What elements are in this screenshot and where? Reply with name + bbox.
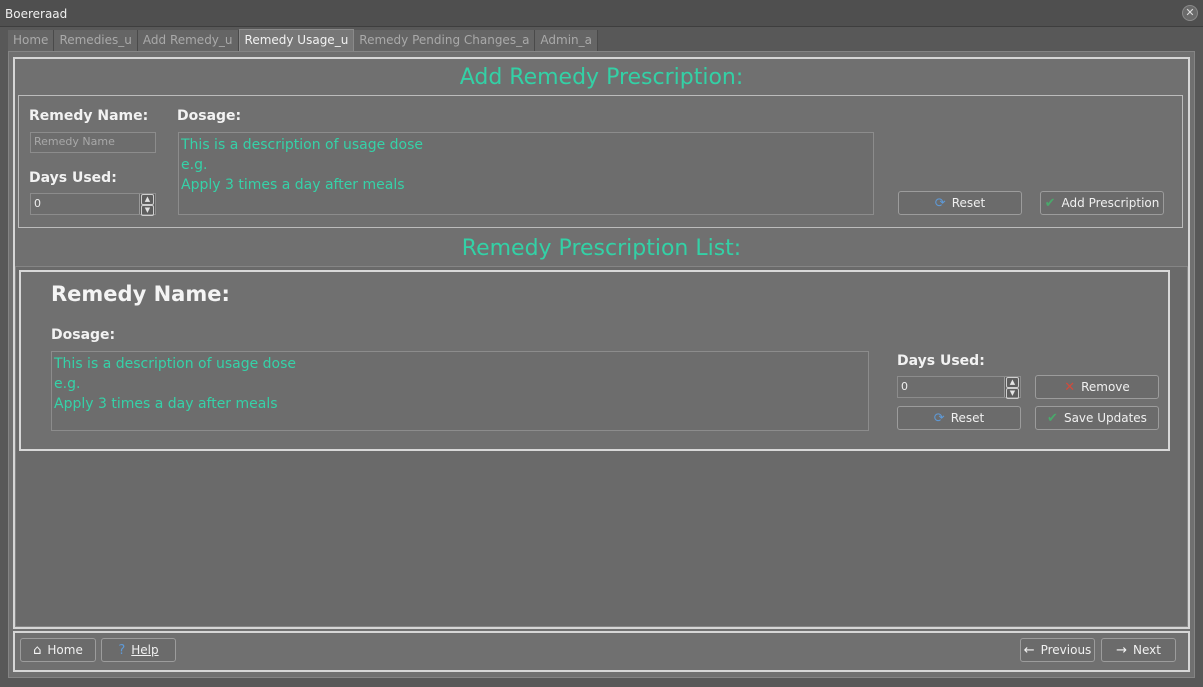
tab-remedy-usage[interactable]: Remedy Usage_u: [238, 29, 355, 51]
home-button[interactable]: ⌂ Home: [20, 638, 96, 662]
add-prescription-button-label: Add Prescription: [1061, 196, 1160, 210]
prescription-list-heading: Remedy Prescription List:: [461, 236, 742, 261]
arrow-right-icon: →: [1116, 642, 1127, 658]
days-used-spinner[interactable]: 0 ▲ ▼: [30, 193, 156, 216]
checkmark-icon: ✔: [1047, 410, 1058, 426]
spinner-arrows[interactable]: ▲ ▼: [139, 194, 155, 216]
tab-add-remedy[interactable]: Add Remedy_u: [137, 30, 239, 51]
remedy-name-label: Remedy Name:: [29, 108, 149, 124]
dosage-textarea[interactable]: This is a description of usage dose e.g.…: [178, 132, 874, 215]
tab-admin[interactable]: Admin_a: [535, 30, 599, 51]
tab-remedies[interactable]: Remedies_u: [54, 30, 138, 51]
reset-button[interactable]: ⟳ Reset: [898, 191, 1022, 215]
window-titlebar: Boereraad ✕: [0, 0, 1203, 27]
previous-button-label: Previous: [1040, 643, 1092, 657]
window-title: Boereraad: [5, 7, 68, 21]
remedy-usage-panel: Add Remedy Prescription: Remedy Name: Re…: [13, 57, 1190, 629]
home-icon: ⌂: [33, 642, 42, 658]
help-button[interactable]: ? Help: [101, 638, 176, 662]
remove-button-label: Remove: [1081, 380, 1130, 394]
prescription-spinner-arrows[interactable]: ▲ ▼: [1004, 377, 1020, 399]
prescription-card: Remedy Name: Dosage: This is a descripti…: [19, 270, 1170, 451]
prescription-dosage-textarea[interactable]: This is a description of usage dose e.g.…: [51, 351, 869, 431]
add-prescription-form: Remedy Name: Remedy Name Days Used: 0 ▲ ▼…: [18, 95, 1183, 228]
spin-down-icon[interactable]: ▼: [141, 205, 154, 216]
next-button[interactable]: → Next: [1101, 638, 1176, 662]
question-icon: ?: [118, 642, 126, 658]
previous-button[interactable]: ← Previous: [1020, 638, 1095, 662]
save-updates-button-label: Save Updates: [1063, 411, 1147, 425]
remedy-name-input[interactable]: Remedy Name: [30, 132, 156, 153]
reset-button-label: Reset: [951, 196, 986, 210]
close-icon[interactable]: ✕: [1182, 5, 1198, 21]
home-button-label: Home: [47, 643, 83, 657]
prescription-list: Remedy Name: Dosage: This is a descripti…: [15, 266, 1188, 627]
navigation-footer: ⌂ Home ? Help ← Previous → Next: [13, 631, 1190, 672]
prescription-days-used-label: Days Used:: [897, 353, 985, 369]
save-updates-button[interactable]: ✔ Save Updates: [1035, 406, 1159, 430]
add-prescription-button[interactable]: ✔ Add Prescription: [1040, 191, 1164, 215]
days-used-label: Days Used:: [29, 170, 117, 186]
x-icon: ✕: [1064, 379, 1076, 395]
prescription-reset-button-label: Reset: [950, 411, 985, 425]
prescription-days-used-spinner[interactable]: 0 ▲ ▼: [897, 376, 1021, 399]
checkmark-icon: ✔: [1044, 195, 1056, 211]
remove-button[interactable]: ✕ Remove: [1035, 375, 1159, 399]
prescription-remedy-name: Remedy Name:: [51, 282, 230, 306]
prescription-days-used-value: 0: [901, 380, 908, 393]
help-button-label: Help: [131, 643, 159, 657]
days-used-value: 0: [34, 197, 41, 210]
arrow-left-icon: ←: [1023, 642, 1035, 658]
next-button-label: Next: [1132, 643, 1161, 657]
dosage-label: Dosage:: [177, 108, 242, 124]
spin-up-icon[interactable]: ▲: [141, 194, 154, 205]
spin-down-icon[interactable]: ▼: [1006, 388, 1019, 399]
refresh-icon: ⟳: [933, 410, 945, 426]
tab-content-pane: Add Remedy Prescription: Remedy Name: Re…: [8, 51, 1195, 678]
tab-bar: Home Remedies_u Add Remedy_u Remedy Usag…: [8, 29, 599, 51]
tab-remedy-pending-changes[interactable]: Remedy Pending Changes_a: [354, 30, 536, 51]
tab-home[interactable]: Home: [8, 30, 55, 51]
add-prescription-heading: Add Remedy Prescription:: [459, 65, 744, 90]
spin-up-icon[interactable]: ▲: [1006, 377, 1019, 388]
prescription-dosage-label: Dosage:: [51, 327, 116, 343]
prescription-reset-button[interactable]: ⟳ Reset: [897, 406, 1021, 430]
refresh-icon: ⟳: [934, 195, 946, 211]
